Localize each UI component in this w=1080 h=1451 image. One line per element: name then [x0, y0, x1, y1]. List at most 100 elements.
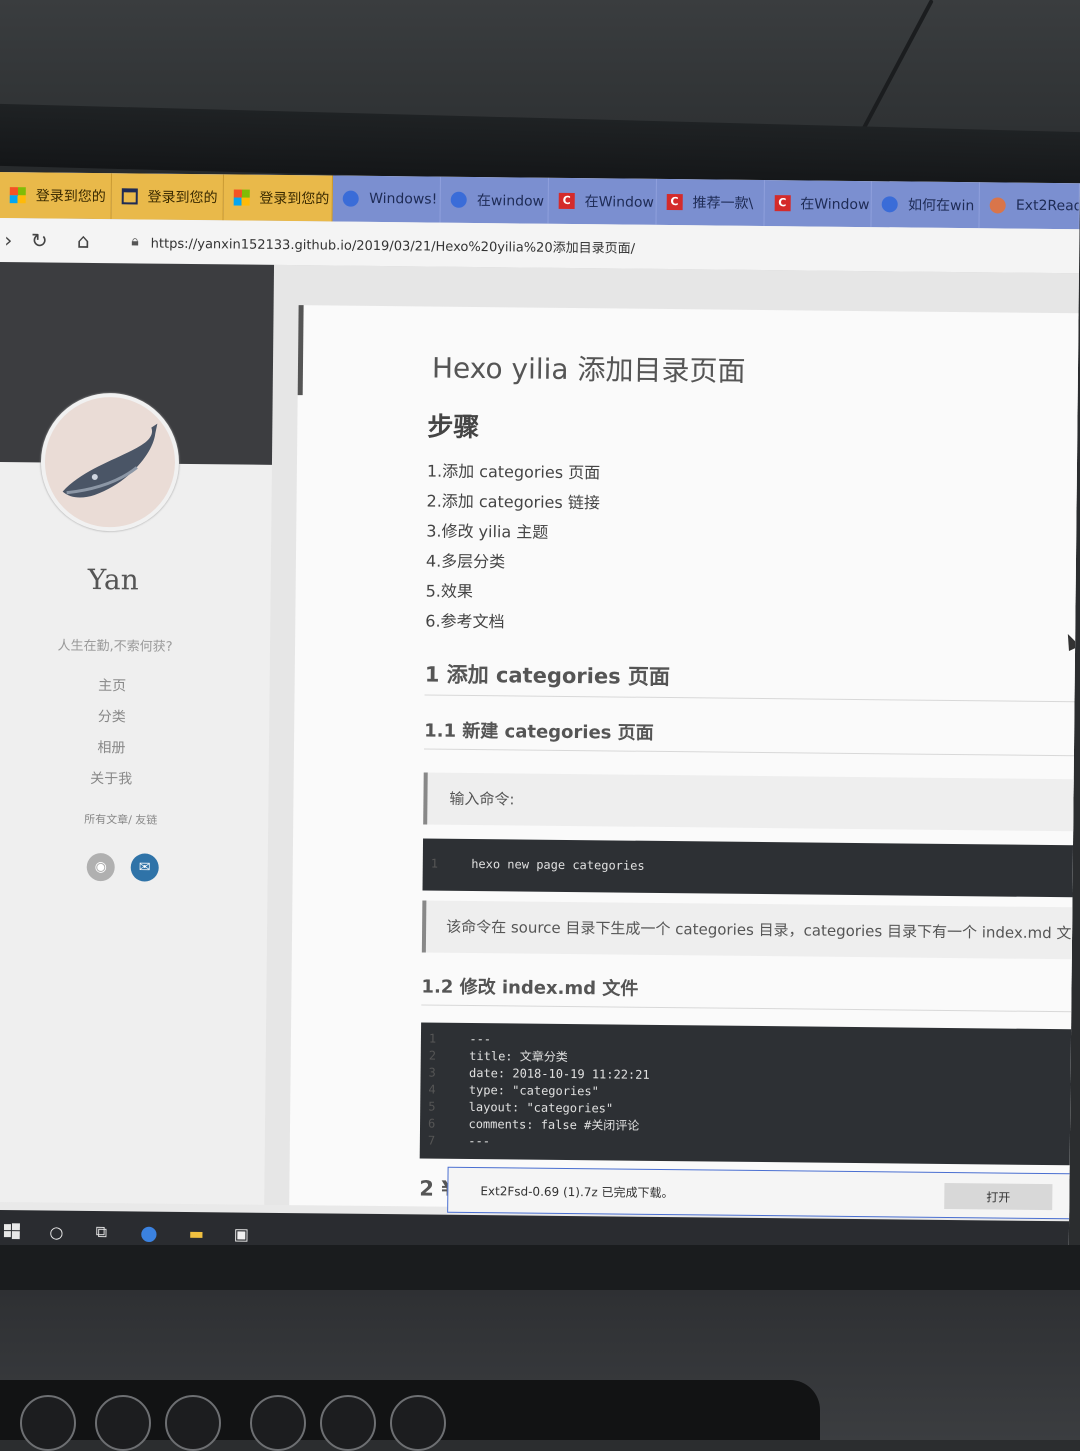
- tab-label: 推荐一款\: [692, 195, 754, 212]
- code-text: type: "categories": [468, 1082, 599, 1099]
- code-text: ---: [468, 1133, 491, 1149]
- baidu-paw-icon: [343, 190, 360, 207]
- whale-icon: [62, 423, 158, 498]
- tab-ext2read[interactable]: Ext2Read: [979, 182, 1080, 230]
- tab-label: 在window: [476, 192, 545, 210]
- subsection-heading: 1.2 修改 index.md 文件: [421, 976, 639, 1000]
- tab-label: 登录到您的: [35, 188, 106, 206]
- toc-item[interactable]: 3.修改 yilia 主题: [426, 516, 600, 548]
- tab-ruhe[interactable]: 如何在win: [871, 181, 981, 229]
- csdn-icon: C: [774, 195, 791, 212]
- refresh-button[interactable]: ↻: [17, 218, 61, 262]
- section-heading: 1 添加 categories 页面: [424, 662, 671, 690]
- tab-login-2[interactable]: 登录到您的: [111, 173, 224, 221]
- blockquote: 输入命令:: [423, 772, 1080, 832]
- article-accent-bar: [297, 305, 304, 396]
- refresh-icon: ↻: [30, 228, 48, 253]
- knob: [320, 1395, 376, 1451]
- orange-site-icon: [989, 197, 1006, 214]
- steps-heading: 步骤: [427, 412, 480, 444]
- table-of-contents: 1.添加 categories 页面 2.添加 categories 链接 3.…: [425, 456, 600, 638]
- tab-login-3[interactable]: 登录到您的: [223, 174, 334, 222]
- window-icon: [121, 188, 138, 205]
- tab-windows[interactable]: Windows!: [332, 175, 442, 223]
- blockquote: 该命令在 source 目录下生成一个 categories 目录，catego…: [421, 900, 1080, 960]
- csdn-icon: C: [558, 192, 575, 210]
- tab-label: 在Window: [800, 196, 870, 214]
- tab-label: 登录到您的: [147, 189, 218, 207]
- knob: [165, 1395, 221, 1451]
- toc-item[interactable]: 5.效果: [425, 576, 599, 608]
- tab-zai-window-csdn-2[interactable]: C 在Window: [764, 180, 873, 228]
- monitor-bottom-bezel: [0, 1245, 1080, 1290]
- toc-item[interactable]: 1.添加 categories 页面: [427, 456, 601, 488]
- article: Hexo yilia 添加目录页面 步骤 1.添加 categories 页面 …: [419, 306, 1080, 1201]
- blockquote-text: 输入命令:: [449, 789, 515, 809]
- knob: [390, 1395, 446, 1451]
- tab-label: 登录到您的: [259, 190, 330, 208]
- author-name[interactable]: Yan: [0, 562, 231, 597]
- tab-label: Windows!: [369, 190, 438, 208]
- avatar[interactable]: [40, 392, 180, 532]
- url-text: https://yanxin152133.github.io/2019/03/2…: [150, 236, 636, 257]
- article-container: Hexo yilia 添加目录页面 步骤 1.添加 categories 页面 …: [289, 305, 1080, 1214]
- code-text: ---: [469, 1031, 492, 1047]
- github-icon[interactable]: ◉: [86, 852, 115, 882]
- toc-item[interactable]: 6.参考文档: [425, 606, 599, 638]
- sidebar-links[interactable]: 所有文章/ 友链: [0, 810, 248, 829]
- download-text: Ext2Fsd-0.69 (1).7z 已完成下载。: [480, 1183, 674, 1200]
- microsoft-logo-icon: [9, 187, 26, 204]
- baidu-paw-icon: [450, 191, 468, 208]
- download-notification: Ext2Fsd-0.69 (1).7z 已完成下载。 打开: [447, 1166, 1080, 1220]
- tab-label: 如何在win: [907, 197, 975, 215]
- folder-icon: ▬: [188, 1223, 205, 1243]
- code-text: comments: false #关闭评论: [468, 1116, 640, 1133]
- home-button[interactable]: ⌂: [61, 219, 105, 263]
- tab-zai-window-csdn[interactable]: C 在Window: [548, 177, 657, 225]
- tab-zai-window[interactable]: 在window: [440, 176, 549, 224]
- author-motto: 人生在勤,不索何获?: [57, 638, 173, 655]
- knob: [95, 1395, 151, 1451]
- edge-icon: ●: [140, 1220, 158, 1245]
- windows-logo-icon: [3, 1223, 20, 1240]
- code-text: hexo new page categories: [471, 856, 645, 873]
- code-block: 1 hexo new page categories: [422, 838, 1080, 898]
- url-field[interactable]: 🔒︎ https://yanxin152133.github.io/2019/0…: [131, 232, 635, 256]
- tab-tuijian[interactable]: C 推荐一款\: [656, 178, 765, 227]
- divider: [423, 748, 1080, 757]
- code-text: date: 2018-10-19 11:22:21: [468, 1065, 650, 1082]
- baidu-paw-icon: [882, 196, 899, 213]
- subsection-heading: 1.1 新建 categories 页面: [424, 720, 654, 744]
- code-line: 1 hexo new page categories: [430, 856, 645, 873]
- code-text: title: 文章分类: [469, 1048, 568, 1064]
- tab-label: Ext2Read: [1015, 197, 1080, 215]
- tab-label: 在Window: [584, 194, 654, 211]
- forward-button[interactable]: ›: [0, 218, 18, 262]
- sidebar-item-album[interactable]: 相册: [0, 732, 229, 765]
- web-page: Yan 人生在勤,不索何获? 主页 分类 相册 关于我 所有文章/ 友链 ◉ ✉…: [0, 261, 1080, 1214]
- sidebar-item-about[interactable]: 关于我: [0, 763, 229, 796]
- store-bag-icon: ▣: [233, 1224, 250, 1244]
- mail-icon[interactable]: ✉: [130, 853, 159, 882]
- tab-login-1[interactable]: 登录到您的: [0, 172, 112, 220]
- toc-item[interactable]: 4.多层分类: [426, 546, 600, 578]
- sidebar-item-categories[interactable]: 分类: [0, 701, 229, 734]
- blog-sidebar: Yan 人生在勤,不索何获? 主页 分类 相册 关于我 所有文章/ 友链 ◉ ✉: [0, 261, 275, 1205]
- search-circle-icon: ○: [49, 1222, 64, 1242]
- knob: [20, 1395, 76, 1451]
- lock-icon: 🔒︎: [131, 233, 139, 250]
- microsoft-logo-icon: [233, 189, 250, 206]
- sidebar-item-home[interactable]: 主页: [0, 670, 230, 703]
- home-icon: ⌂: [76, 228, 90, 253]
- article-title: Hexo yilia 添加目录页面: [431, 351, 746, 388]
- toc-item[interactable]: 2.添加 categories 链接: [426, 486, 600, 518]
- knob: [250, 1395, 306, 1451]
- sidebar-nav: 主页 分类 相册 关于我: [0, 670, 230, 796]
- divider: [424, 694, 1080, 703]
- code-text: layout: "categories": [468, 1099, 614, 1116]
- divider: [421, 1004, 1080, 1013]
- monitor-screen: 登录到您的 登录到您的 登录到您的 Windows! 在window C 在Wi…: [0, 172, 1080, 1264]
- open-button[interactable]: 打开: [944, 1182, 1053, 1211]
- code-block: 1 --- 2 title: 文章分类 3 date: 2018-10-19 1…: [419, 1022, 1080, 1166]
- task-view-icon: ⧉: [95, 1222, 108, 1242]
